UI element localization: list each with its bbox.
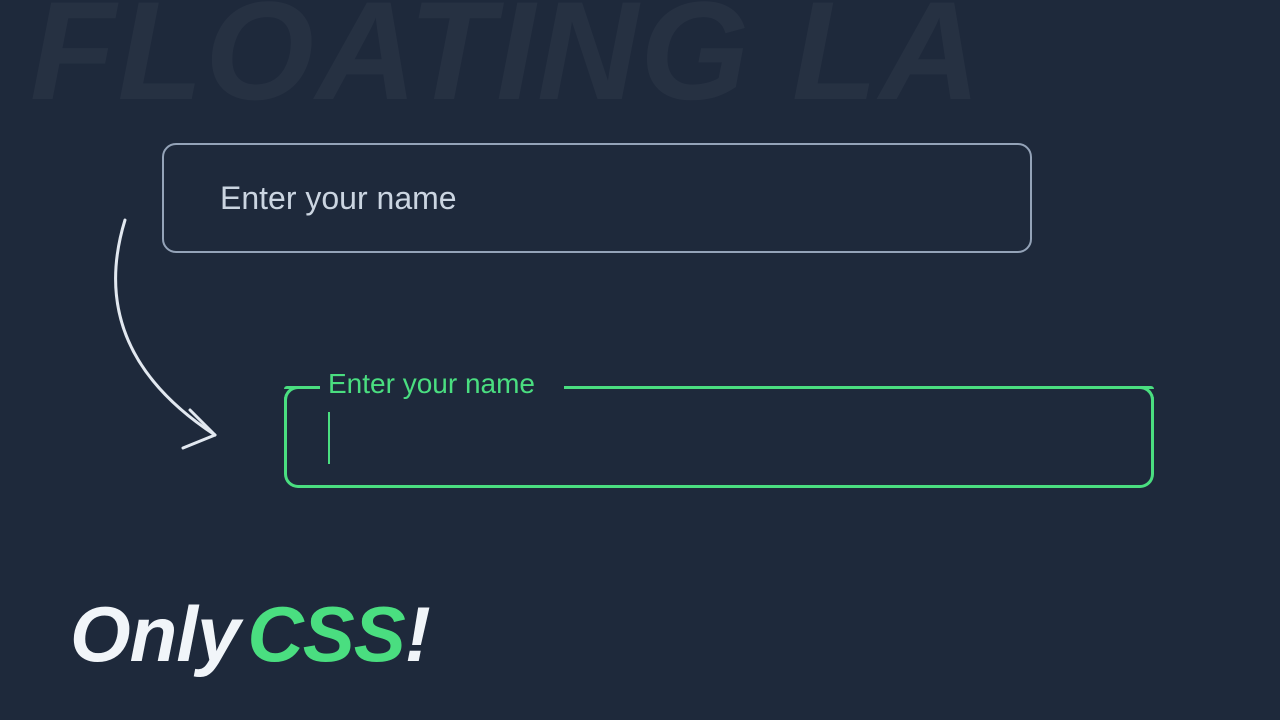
tagline-word: Only (70, 590, 239, 678)
tagline-exclaim: ! (405, 590, 430, 678)
input-border (284, 386, 1154, 488)
floating-label: Enter your name (320, 368, 543, 400)
tagline-word-accent: CSS (247, 590, 404, 678)
tagline-text: OnlyCSS! (70, 589, 430, 680)
border-segment (564, 386, 1154, 389)
background-watermark-text: FLOATING LA (30, 0, 983, 132)
name-input-default-state[interactable]: Enter your name (162, 143, 1032, 253)
border-segment (284, 386, 320, 389)
placeholder-text: Enter your name (220, 180, 457, 217)
name-input-focused-state[interactable]: Enter your name (284, 372, 1154, 488)
text-cursor (328, 412, 330, 464)
